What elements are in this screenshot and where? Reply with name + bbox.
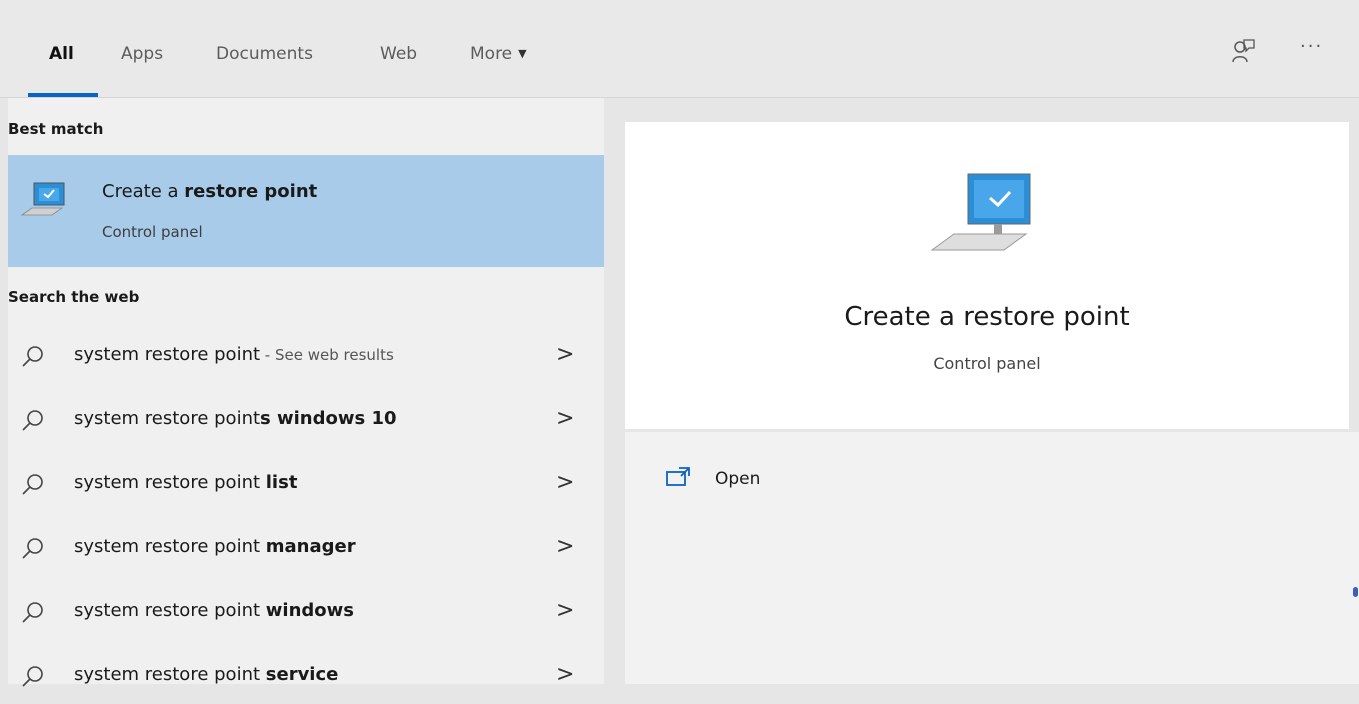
preview-title: Create a restore point bbox=[844, 302, 1130, 332]
web-result-suggestion: manager bbox=[265, 536, 356, 557]
preview-subtitle: Control panel bbox=[933, 354, 1041, 373]
results-panel: Best match Create a restore point Contro… bbox=[8, 98, 604, 687]
caret-down-icon: ▼ bbox=[518, 47, 527, 60]
web-result-suggestion: s windows 10 bbox=[260, 408, 397, 429]
feedback-icon[interactable] bbox=[1231, 38, 1255, 64]
best-match-title-bold: restore point bbox=[184, 181, 318, 202]
search-filter-bar: All Apps Documents Web More ▼ ··· bbox=[0, 0, 1359, 98]
search-icon bbox=[22, 602, 43, 623]
best-match-heading: Best match bbox=[8, 120, 104, 138]
best-match-title-prefix: Create a bbox=[102, 181, 185, 202]
active-tab-indicator bbox=[28, 93, 98, 97]
web-result-text: system restore point list bbox=[74, 472, 297, 493]
tab-more[interactable]: More ▼ bbox=[470, 44, 527, 64]
best-match-item[interactable]: Create a restore point Control panel bbox=[8, 155, 604, 267]
search-web-heading: Search the web bbox=[8, 288, 140, 306]
web-result-query: system restore point bbox=[74, 600, 266, 621]
web-result-suggestion: windows bbox=[265, 600, 354, 621]
web-result-text: system restore point windows bbox=[74, 600, 354, 621]
chevron-right-icon[interactable]: > bbox=[556, 342, 574, 367]
web-result-query: system restore point bbox=[74, 344, 261, 365]
tab-apps[interactable]: Apps bbox=[121, 44, 163, 64]
web-result-query: system restore point bbox=[74, 408, 261, 429]
web-result-query: system restore point bbox=[74, 472, 266, 493]
best-match-title: Create a restore point bbox=[102, 181, 317, 202]
tab-more-label: More bbox=[470, 44, 513, 64]
chevron-right-icon[interactable]: > bbox=[556, 598, 574, 623]
tab-web[interactable]: Web bbox=[380, 44, 417, 64]
web-result-item[interactable]: system restore point service > bbox=[8, 648, 604, 704]
web-result-suggestion: list bbox=[265, 472, 298, 493]
open-label: Open bbox=[715, 469, 761, 489]
web-result-item[interactable]: system restore point windows > bbox=[8, 584, 604, 640]
chevron-right-icon[interactable]: > bbox=[556, 406, 574, 431]
best-match-subtitle: Control panel bbox=[102, 223, 203, 241]
web-result-text: system restore point service bbox=[74, 664, 338, 685]
monitor-icon bbox=[930, 173, 1031, 251]
web-result-suggestion: service bbox=[265, 664, 339, 685]
preview-card: Create a restore point Control panel bbox=[625, 122, 1349, 429]
search-icon bbox=[22, 538, 43, 559]
web-result-item[interactable]: system restore point - See web results > bbox=[8, 328, 604, 384]
open-window-icon bbox=[666, 467, 690, 486]
web-result-item[interactable]: system restore point list > bbox=[8, 456, 604, 512]
web-result-text: system restore point manager bbox=[74, 536, 356, 557]
monitor-icon bbox=[20, 182, 65, 216]
search-icon bbox=[22, 346, 43, 367]
web-result-query: system restore point bbox=[74, 536, 266, 557]
web-result-text: system restore point - See web results bbox=[74, 344, 394, 365]
chevron-right-icon[interactable]: > bbox=[556, 534, 574, 559]
web-result-item[interactable]: system restore points windows 10 > bbox=[8, 392, 604, 448]
search-icon bbox=[22, 410, 43, 431]
web-result-query: system restore point bbox=[74, 664, 266, 685]
search-icon bbox=[22, 666, 43, 687]
chevron-right-icon[interactable]: > bbox=[556, 662, 574, 687]
tab-all[interactable]: All bbox=[49, 44, 74, 64]
web-result-hint: - See web results bbox=[260, 346, 394, 364]
web-result-text: system restore points windows 10 bbox=[74, 408, 397, 429]
chevron-right-icon[interactable]: > bbox=[556, 470, 574, 495]
search-icon bbox=[22, 474, 43, 495]
tab-documents[interactable]: Documents bbox=[216, 44, 313, 64]
preview-actions: Open bbox=[625, 432, 1359, 684]
web-result-item[interactable]: system restore point manager > bbox=[8, 520, 604, 576]
scroll-indicator[interactable] bbox=[1353, 587, 1358, 597]
more-options-icon[interactable]: ··· bbox=[1300, 36, 1323, 57]
